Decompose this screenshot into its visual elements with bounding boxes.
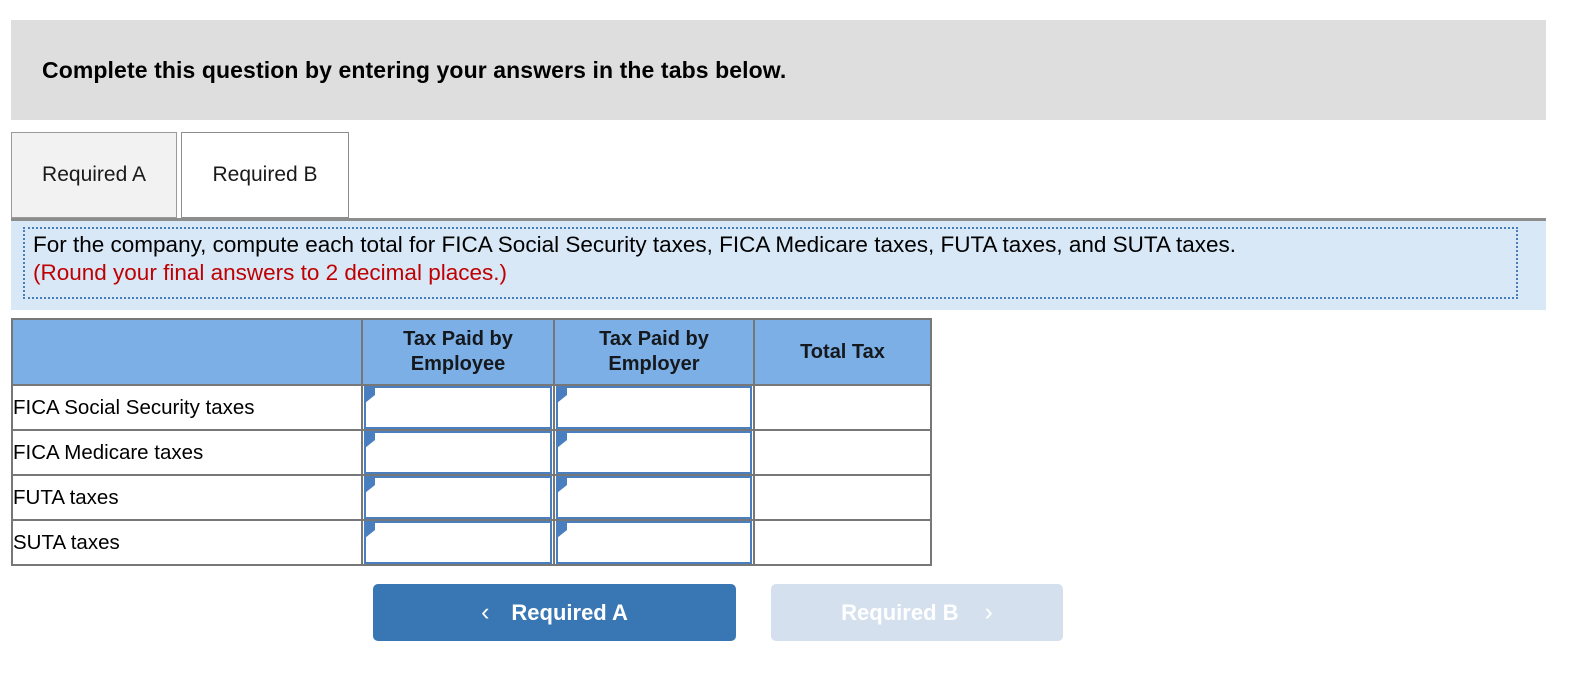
answer-input-employee-2[interactable] xyxy=(364,431,552,474)
row-label-futa: FUTA taxes xyxy=(11,474,363,521)
chevron-left-icon: ‹ xyxy=(481,598,490,626)
tax-summary-table: Tax Paid by Employee Tax Paid by Employe… xyxy=(11,318,932,566)
input-wrap xyxy=(363,431,553,474)
table-row: FUTA taxes xyxy=(11,474,932,521)
input-wrap xyxy=(555,521,753,564)
input-wrap xyxy=(555,431,753,474)
input-wrap xyxy=(555,476,753,519)
tab-required-b-label: Required B xyxy=(212,163,318,186)
requirement-inner-box: For the company, compute each total for … xyxy=(23,227,1518,299)
answer-input-employer-2[interactable] xyxy=(556,431,752,474)
cell-employer-suta[interactable] xyxy=(553,519,755,566)
table-row: FICA Medicare taxes xyxy=(11,429,932,476)
column-header-tax-paid-by-employee: Tax Paid by Employee xyxy=(361,318,555,386)
answer-input-employee-1[interactable] xyxy=(364,386,552,429)
cell-marker-triangle-icon xyxy=(557,477,567,493)
table-row: SUTA taxes xyxy=(11,519,932,566)
requirement-instruction-text: For the company, compute each total for … xyxy=(33,232,1237,257)
column-header-total-tax: Total Tax xyxy=(753,318,932,386)
cell-total-fica-social-security xyxy=(753,384,932,431)
next-required-b-button: Required B › xyxy=(771,584,1063,641)
prev-required-a-button[interactable]: ‹ Required A xyxy=(373,584,736,641)
column-header-blank xyxy=(11,318,363,386)
table-header: Tax Paid by Employee Tax Paid by Employe… xyxy=(11,318,932,386)
cell-employee-fica-medicare[interactable] xyxy=(361,429,555,476)
cell-marker-triangle-icon xyxy=(557,387,567,403)
chevron-right-icon: › xyxy=(984,598,993,626)
cell-employee-fica-social-security[interactable] xyxy=(361,384,555,431)
tab-required-b[interactable]: Required B xyxy=(181,132,349,218)
input-wrap xyxy=(363,386,553,429)
answer-input-employee-4[interactable] xyxy=(364,521,552,564)
answer-input-employer-1[interactable] xyxy=(556,386,752,429)
requirement-panel: For the company, compute each total for … xyxy=(11,218,1546,310)
row-label-fica-medicare: FICA Medicare taxes xyxy=(11,429,363,476)
cell-employer-fica-medicare[interactable] xyxy=(553,429,755,476)
cell-employee-futa[interactable] xyxy=(361,474,555,521)
cell-total-suta xyxy=(753,519,932,566)
table-body: FICA Social Security taxes FICA Medicare… xyxy=(11,384,932,566)
cell-marker-triangle-icon xyxy=(557,522,567,538)
input-wrap xyxy=(363,476,553,519)
table-row: FICA Social Security taxes xyxy=(11,384,932,431)
cell-marker-triangle-icon xyxy=(365,387,375,403)
input-wrap xyxy=(555,386,753,429)
cell-total-fica-medicare xyxy=(753,429,932,476)
cell-employer-fica-social-security[interactable] xyxy=(553,384,755,431)
cell-total-futa xyxy=(753,474,932,521)
question-banner: Complete this question by entering your … xyxy=(11,20,1546,120)
navigation-buttons: ‹ Required A Required B › xyxy=(373,584,1063,641)
cell-marker-triangle-icon xyxy=(365,432,375,448)
column-header-tax-paid-by-employer: Tax Paid by Employer xyxy=(553,318,755,386)
answer-input-employer-3[interactable] xyxy=(556,476,752,519)
cell-marker-triangle-icon xyxy=(365,522,375,538)
question-banner-text: Complete this question by entering your … xyxy=(42,56,787,83)
input-wrap xyxy=(363,521,553,564)
next-button-label: Required B xyxy=(841,599,959,625)
cell-employee-suta[interactable] xyxy=(361,519,555,566)
row-label-fica-social-security: FICA Social Security taxes xyxy=(11,384,363,431)
prev-button-label: Required A xyxy=(511,599,628,625)
answer-input-employer-4[interactable] xyxy=(556,521,752,564)
tab-required-a-label: Required A xyxy=(42,163,146,186)
cell-employer-futa[interactable] xyxy=(553,474,755,521)
table-header-row: Tax Paid by Employee Tax Paid by Employe… xyxy=(11,318,932,386)
row-label-suta: SUTA taxes xyxy=(11,519,363,566)
tab-required-a[interactable]: Required A xyxy=(11,132,177,218)
cell-marker-triangle-icon xyxy=(557,432,567,448)
tab-strip: Required A Required B xyxy=(11,132,1546,218)
answer-input-employee-3[interactable] xyxy=(364,476,552,519)
requirement-rounding-note: (Round your final answers to 2 decimal p… xyxy=(33,260,507,285)
cell-marker-triangle-icon xyxy=(365,477,375,493)
